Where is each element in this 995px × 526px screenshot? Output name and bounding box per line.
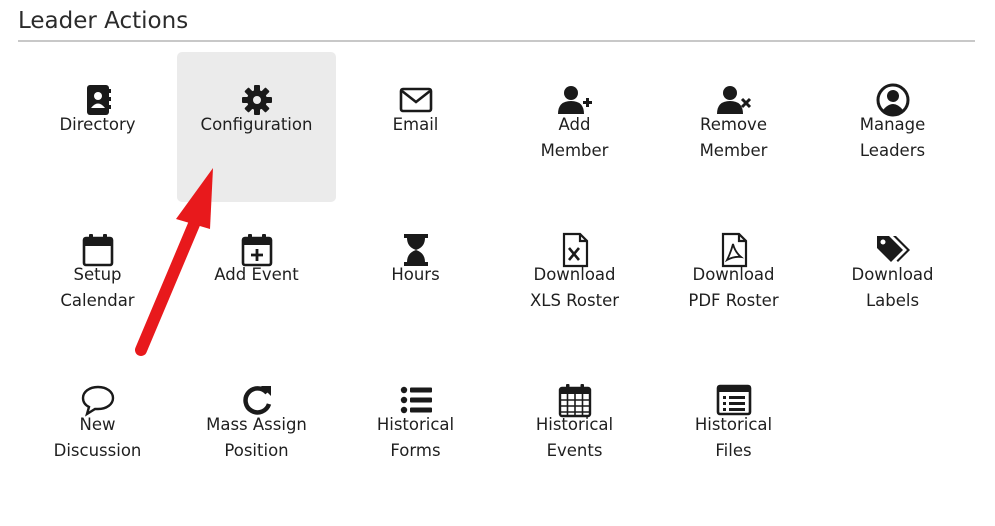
tile-label-line2: Discussion [53, 441, 142, 460]
tile-label-line2: Calendar [60, 291, 135, 310]
tile-label: Add [558, 115, 591, 134]
tile-historical-forms[interactable]: Historical Forms [336, 352, 495, 502]
tile-setup-calendar[interactable]: Setup Calendar [18, 202, 177, 352]
tile-label: Hours [391, 265, 440, 284]
tile-label-line2: Leaders [859, 141, 926, 160]
tile-label: New [79, 415, 116, 434]
tile-label: Setup [73, 265, 122, 284]
tile-email[interactable]: Email [336, 52, 495, 202]
section-title: Leader Actions [18, 8, 189, 34]
tile-remove-member[interactable]: Remove Member [654, 52, 813, 202]
tile-historical-files[interactable]: Historical Files [654, 352, 813, 502]
tile-new-discussion[interactable]: New Discussion [18, 352, 177, 502]
tile-manage-leaders[interactable]: Manage Leaders [813, 52, 972, 202]
tile-historical-events[interactable]: Historical Events [495, 352, 654, 502]
tile-add-member[interactable]: Add Member [495, 52, 654, 202]
tile-add-event[interactable]: Add Event [177, 202, 336, 352]
tile-mass-assign-position[interactable]: Mass Assign Position [177, 352, 336, 502]
tile-label-line2: Files [715, 441, 752, 460]
tile-label: Add Event [214, 265, 299, 284]
tile-label: Download [692, 265, 775, 284]
section-divider [18, 40, 975, 42]
tile-label: Historical [694, 415, 773, 434]
tile-label-line2: Member [699, 141, 768, 160]
tile-label: Mass Assign [206, 415, 307, 434]
tile-directory[interactable]: Directory [18, 52, 177, 202]
tile-label: Download [533, 265, 616, 284]
tile-label: Download [851, 265, 934, 284]
tile-label: Remove [700, 115, 767, 134]
tile-label-line2: Forms [390, 441, 441, 460]
tile-label-line2: Member [540, 141, 609, 160]
tile-label-line2: XLS Roster [529, 291, 620, 310]
tile-download-pdf-roster[interactable]: Download PDF Roster [654, 202, 813, 352]
tile-label: Manage [859, 115, 926, 134]
tile-label: Historical [535, 415, 614, 434]
tile-hours[interactable]: Hours [336, 202, 495, 352]
tile-label: Directory [59, 115, 136, 134]
tile-label-line2: Events [546, 441, 603, 460]
tile-label: Configuration [200, 115, 313, 134]
tile-label: Historical [376, 415, 455, 434]
tile-label-line2: Position [224, 441, 289, 460]
tile-label-line2: Labels [865, 291, 920, 310]
tile-label: Email [392, 115, 439, 134]
tile-configuration[interactable]: Configuration [177, 52, 336, 202]
tile-download-xls-roster[interactable]: Download XLS Roster [495, 202, 654, 352]
tile-download-labels[interactable]: Download Labels [813, 202, 972, 352]
tile-label-line2: PDF Roster [688, 291, 779, 310]
